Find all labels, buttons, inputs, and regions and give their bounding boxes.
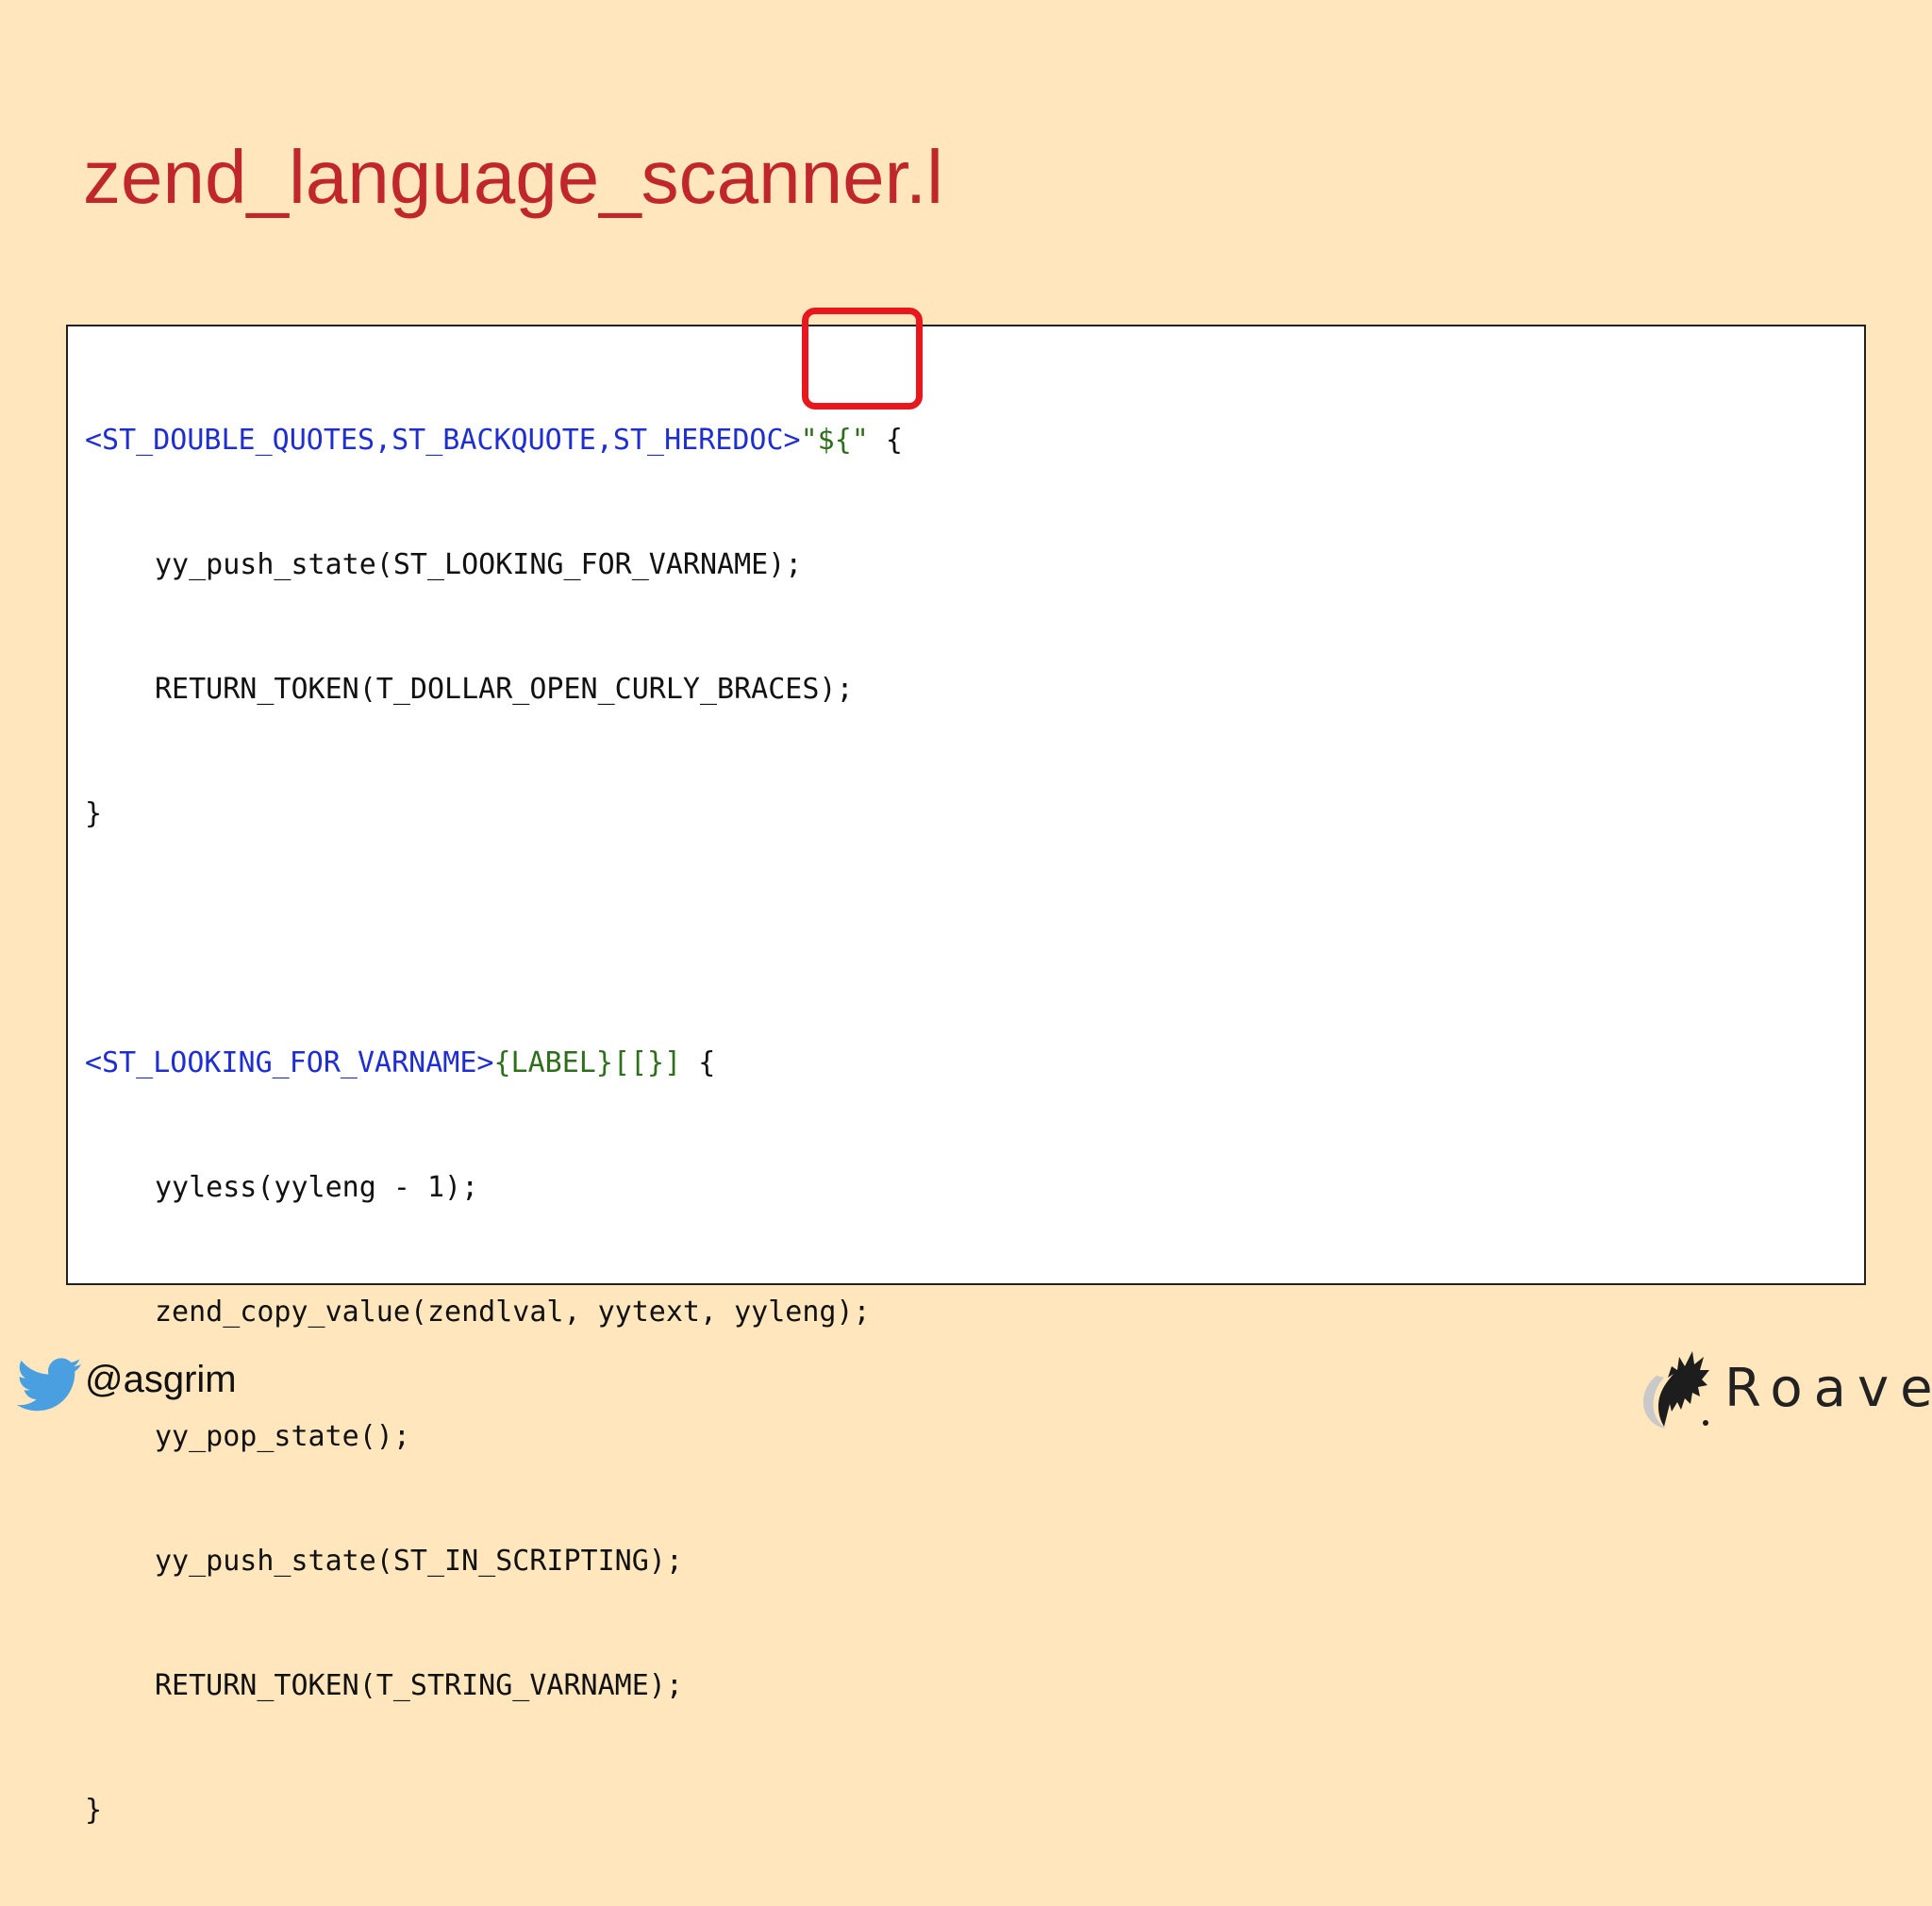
code-line: yy_pop_state(); — [155, 1420, 410, 1453]
roave-logo: Roave — [1636, 1336, 1932, 1440]
code-line: yy_push_state(ST_LOOKING_FOR_VARNAME); — [155, 548, 803, 581]
code-line: RETURN_TOKEN(T_STRING_VARNAME); — [155, 1669, 683, 1702]
roave-logo-text: Roave — [1724, 1358, 1932, 1419]
code-line: yy_push_state(ST_IN_SCRIPTING); — [155, 1545, 683, 1578]
code-state-token: <ST_DOUBLE_QUOTES,ST_BACKQUOTE,ST_HEREDO… — [85, 424, 801, 457]
code-line: yyless(yyleng - 1); — [155, 1171, 479, 1204]
code-line: } — [85, 1794, 103, 1827]
code-plain-token: { — [868, 424, 903, 457]
roave-logo-icon — [1643, 1351, 1709, 1429]
slide-title: zend_language_scanner.l — [83, 135, 943, 219]
code-block: <ST_DOUBLE_QUOTES,ST_BACKQUOTE,ST_HEREDO… — [85, 345, 903, 1906]
twitter-bird-icon — [17, 1358, 81, 1412]
code-panel: <ST_DOUBLE_QUOTES,ST_BACKQUOTE,ST_HEREDO… — [66, 325, 1866, 1827]
code-line: } — [85, 797, 103, 830]
code-pattern-token: "${" — [800, 424, 869, 457]
code-pattern-token: {LABEL}[[}] — [493, 1046, 682, 1079]
highlight-callout-box — [802, 308, 923, 410]
code-plain-token: { — [681, 1046, 716, 1079]
code-line: zend_copy_value(zendlval, yytext, yyleng… — [155, 1296, 871, 1329]
code-line: <ST_LOOKING_FOR_VARNAME>{LABEL}[[}] { — [85, 1034, 903, 1093]
code-line: <ST_DOUBLE_QUOTES,ST_BACKQUOTE,ST_HEREDO… — [85, 411, 903, 470]
twitter-handle: @asgrim — [85, 1359, 237, 1400]
code-state-token: <ST_LOOKING_FOR_VARNAME> — [85, 1046, 494, 1079]
code-line: RETURN_TOKEN(T_DOLLAR_OPEN_CURLY_BRACES)… — [155, 673, 854, 706]
